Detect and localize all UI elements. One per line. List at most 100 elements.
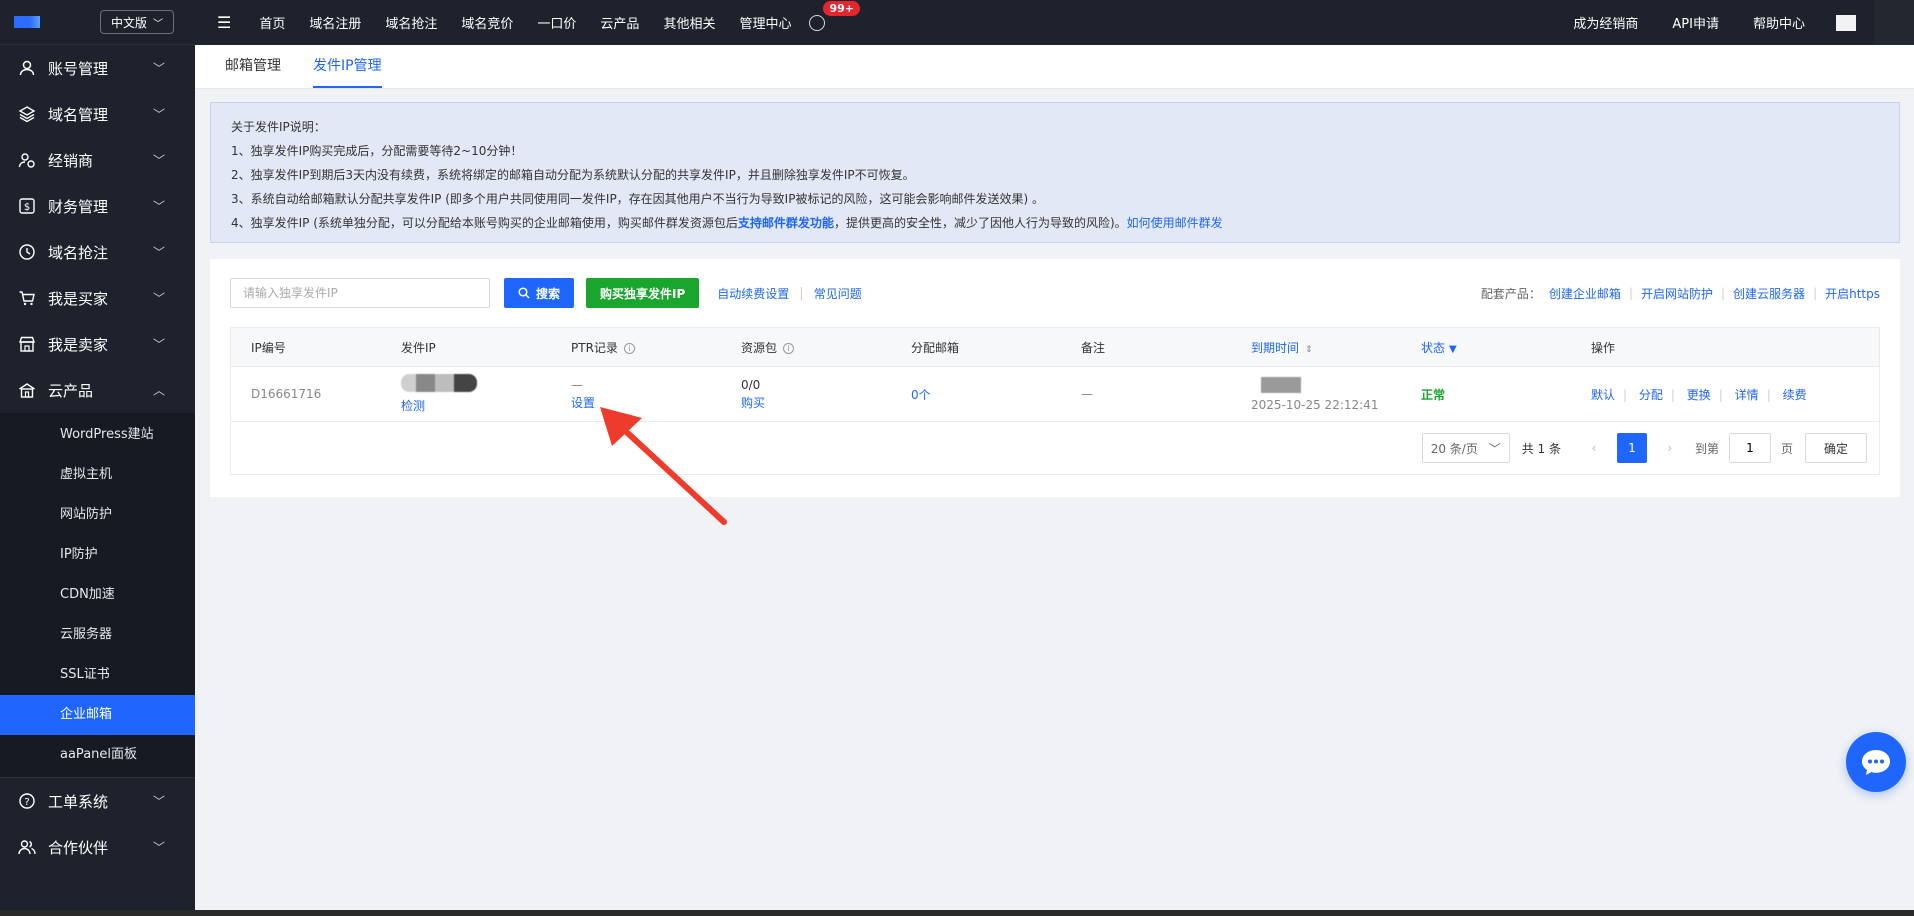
cell-expire: 2025-10-25 22:12:41 xyxy=(1231,376,1401,412)
notice-line: 1、独享发件IP购买完成后，分配需要等待2~10分钟！ xyxy=(231,144,523,158)
subnav-item-web-protect[interactable]: 网站防护 xyxy=(0,495,195,535)
search-input[interactable] xyxy=(230,278,490,308)
cell-ptr: — 设置 xyxy=(551,378,721,411)
https-link[interactable]: 开启https xyxy=(1825,285,1880,302)
user-icon xyxy=(18,59,36,77)
sidebar-item-domain[interactable]: 域名管理 ﹀ xyxy=(0,91,195,137)
subnav-item-wordpress[interactable]: WordPress建站 xyxy=(0,415,195,455)
sidebar-item-snatch[interactable]: 域名抢注 ﹀ xyxy=(0,229,195,275)
bottom-strip xyxy=(0,910,1914,916)
web-protect-link[interactable]: 开启网站防护 xyxy=(1641,285,1713,302)
logo[interactable] xyxy=(14,16,40,28)
subnav-item-enterprise-mail[interactable]: 企业邮箱 xyxy=(0,695,195,735)
toolbar: 搜索 购买独享发件IP 自动续费设置 | 常见问题 配套产品： 创建企业邮箱 |… xyxy=(230,278,1880,308)
col-ptr-label: PTR记录 xyxy=(571,340,618,355)
sidebar-item-buyer[interactable]: 我是买家 ﹀ xyxy=(0,275,195,321)
expire-value: 2025-10-25 22:12:41 xyxy=(1251,397,1379,412)
chevron-down-icon: ﹀ xyxy=(152,291,165,306)
nav-other[interactable]: 其他相关 xyxy=(663,13,715,32)
sidebar-item-account[interactable]: 账号管理 ﹀ xyxy=(0,45,195,91)
subnav-item-cloud-server[interactable]: 云服务器 xyxy=(0,615,195,655)
mass-mail-feature-link[interactable]: 支持邮件群发功能 xyxy=(738,216,834,230)
sidebar-item-cloud[interactable]: 云产品 ︿ xyxy=(0,367,195,413)
info-icon[interactable]: i xyxy=(783,342,795,354)
how-to-mass-mail-link[interactable]: 如何使用邮件群发 xyxy=(1127,216,1223,230)
col-status[interactable]: 状态 ▼ xyxy=(1401,339,1571,356)
chevron-down-icon: ﹀ xyxy=(152,107,165,122)
finance-icon: $ xyxy=(18,197,36,215)
table-header: IP编号 发件IP PTR记录 i 资源包 i 分配邮箱 备注 到期时间 ⇕ 状态 ▼ … xyxy=(231,328,1879,367)
sidebar-item-partner[interactable]: 合作伙伴 ﹀ xyxy=(0,824,195,870)
user-menu[interactable] xyxy=(1874,0,1914,45)
op-detail-link[interactable]: 详情 xyxy=(1735,388,1759,402)
nav-domain-snatch[interactable]: 域名抢注 xyxy=(385,13,437,32)
subnav-item-ip-protect[interactable]: IP防护 xyxy=(0,535,195,575)
chevron-down-icon: ﹀ xyxy=(152,794,165,809)
dealer-icon xyxy=(18,151,36,169)
op-assign-link[interactable]: 分配 xyxy=(1639,388,1663,402)
goto-page-input[interactable] xyxy=(1728,433,1771,463)
nav-cloud[interactable]: 云产品 xyxy=(600,13,639,32)
detect-link[interactable]: 检测 xyxy=(401,397,551,414)
prev-page-icon[interactable]: ‹ xyxy=(1579,433,1609,463)
language-switch[interactable]: 中文版 ﹀ xyxy=(100,10,175,34)
shop-icon xyxy=(18,335,36,353)
chevron-down-icon: ﹀ xyxy=(152,337,165,352)
sidebar-item-label: 合作伙伴 xyxy=(48,838,109,857)
nav-domain-auction[interactable]: 域名竞价 xyxy=(461,13,513,32)
avatar[interactable] xyxy=(1836,14,1856,31)
subnav-item-aapanel[interactable]: aaPanel面板 xyxy=(0,735,195,775)
sidebar-item-ticket[interactable]: ? 工单系统 ﹀ xyxy=(0,778,195,824)
ptr-set-link[interactable]: 设置 xyxy=(571,394,721,411)
nav-api-apply[interactable]: API申请 xyxy=(1672,13,1719,32)
nav-home[interactable]: 首页 xyxy=(259,13,285,32)
cell-mailbox-count[interactable]: 0个 xyxy=(891,386,1061,403)
notification-badge: 99+ xyxy=(823,0,860,16)
chevron-down-icon: ﹀ xyxy=(1488,441,1501,456)
op-default-link[interactable]: 默认 xyxy=(1591,388,1615,402)
sidebar-item-finance[interactable]: $ 财务管理 ﹀ xyxy=(0,183,195,229)
nav-fixed-price[interactable]: 一口价 xyxy=(537,13,576,32)
menu-toggle-icon[interactable]: ☰ xyxy=(217,13,231,32)
blurred-date xyxy=(1261,376,1301,393)
filter-caret-icon[interactable]: ▼ xyxy=(1449,344,1457,355)
notification-button[interactable]: 99+ xyxy=(809,0,860,31)
next-page-icon[interactable]: › xyxy=(1655,433,1685,463)
search-button[interactable]: 搜索 xyxy=(504,278,575,308)
partner-icon xyxy=(18,838,36,856)
create-mailbox-link[interactable]: 创建企业邮箱 xyxy=(1549,285,1621,302)
page-size-select[interactable]: 20 条/页 ﹀ xyxy=(1421,433,1510,463)
faq-link[interactable]: 常见问题 xyxy=(814,285,862,302)
goto-confirm-button[interactable]: 确定 xyxy=(1804,433,1867,463)
op-change-link[interactable]: 更换 xyxy=(1687,388,1711,402)
sort-icon[interactable]: ⇕ xyxy=(1305,345,1313,355)
buy-ip-button[interactable]: 购买独享发件IP xyxy=(586,278,700,308)
chat-icon xyxy=(1862,750,1890,775)
auto-renew-link[interactable]: 自动续费设置 xyxy=(717,285,789,302)
page-unit-label: 页 xyxy=(1780,441,1793,456)
chat-support-button[interactable] xyxy=(1846,732,1906,792)
nav-become-dealer[interactable]: 成为经销商 xyxy=(1573,13,1638,32)
nav-domain-register[interactable]: 域名注册 xyxy=(309,13,361,32)
nav-manage[interactable]: 管理中心 xyxy=(739,13,791,32)
sidebar-item-dealer[interactable]: 经销商 ﹀ xyxy=(0,137,195,183)
subnav-item-cdn[interactable]: CDN加速 xyxy=(0,575,195,615)
layers-icon xyxy=(18,105,36,123)
col-expire[interactable]: 到期时间 ⇕ xyxy=(1231,339,1401,356)
divider: | xyxy=(1766,387,1771,402)
sidebar-item-seller[interactable]: 我是卖家 ﹀ xyxy=(0,321,195,367)
nav-help-center[interactable]: 帮助中心 xyxy=(1753,13,1805,32)
op-renew-link[interactable]: 续费 xyxy=(1783,388,1807,402)
ip-table: IP编号 发件IP PTR记录 i 资源包 i 分配邮箱 备注 到期时间 ⇕ 状态 ▼ … xyxy=(230,327,1880,475)
divider: | xyxy=(1718,387,1723,402)
subnav-item-virtual-host[interactable]: 虚拟主机 xyxy=(0,455,195,495)
create-server-link[interactable]: 创建云服务器 xyxy=(1733,285,1805,302)
page-number-current[interactable]: 1 xyxy=(1616,433,1647,463)
cell-ip-id: D16661716 xyxy=(251,387,322,401)
tab-sending-ip-manage[interactable]: 发件IP管理 xyxy=(313,55,382,88)
buy-package-link[interactable]: 购买 xyxy=(741,394,891,411)
tab-mailbox-manage[interactable]: 邮箱管理 xyxy=(225,55,281,88)
subnav-item-ssl[interactable]: SSL证书 xyxy=(0,655,195,695)
search-button-label: 搜索 xyxy=(536,286,561,301)
info-icon[interactable]: i xyxy=(623,342,635,354)
